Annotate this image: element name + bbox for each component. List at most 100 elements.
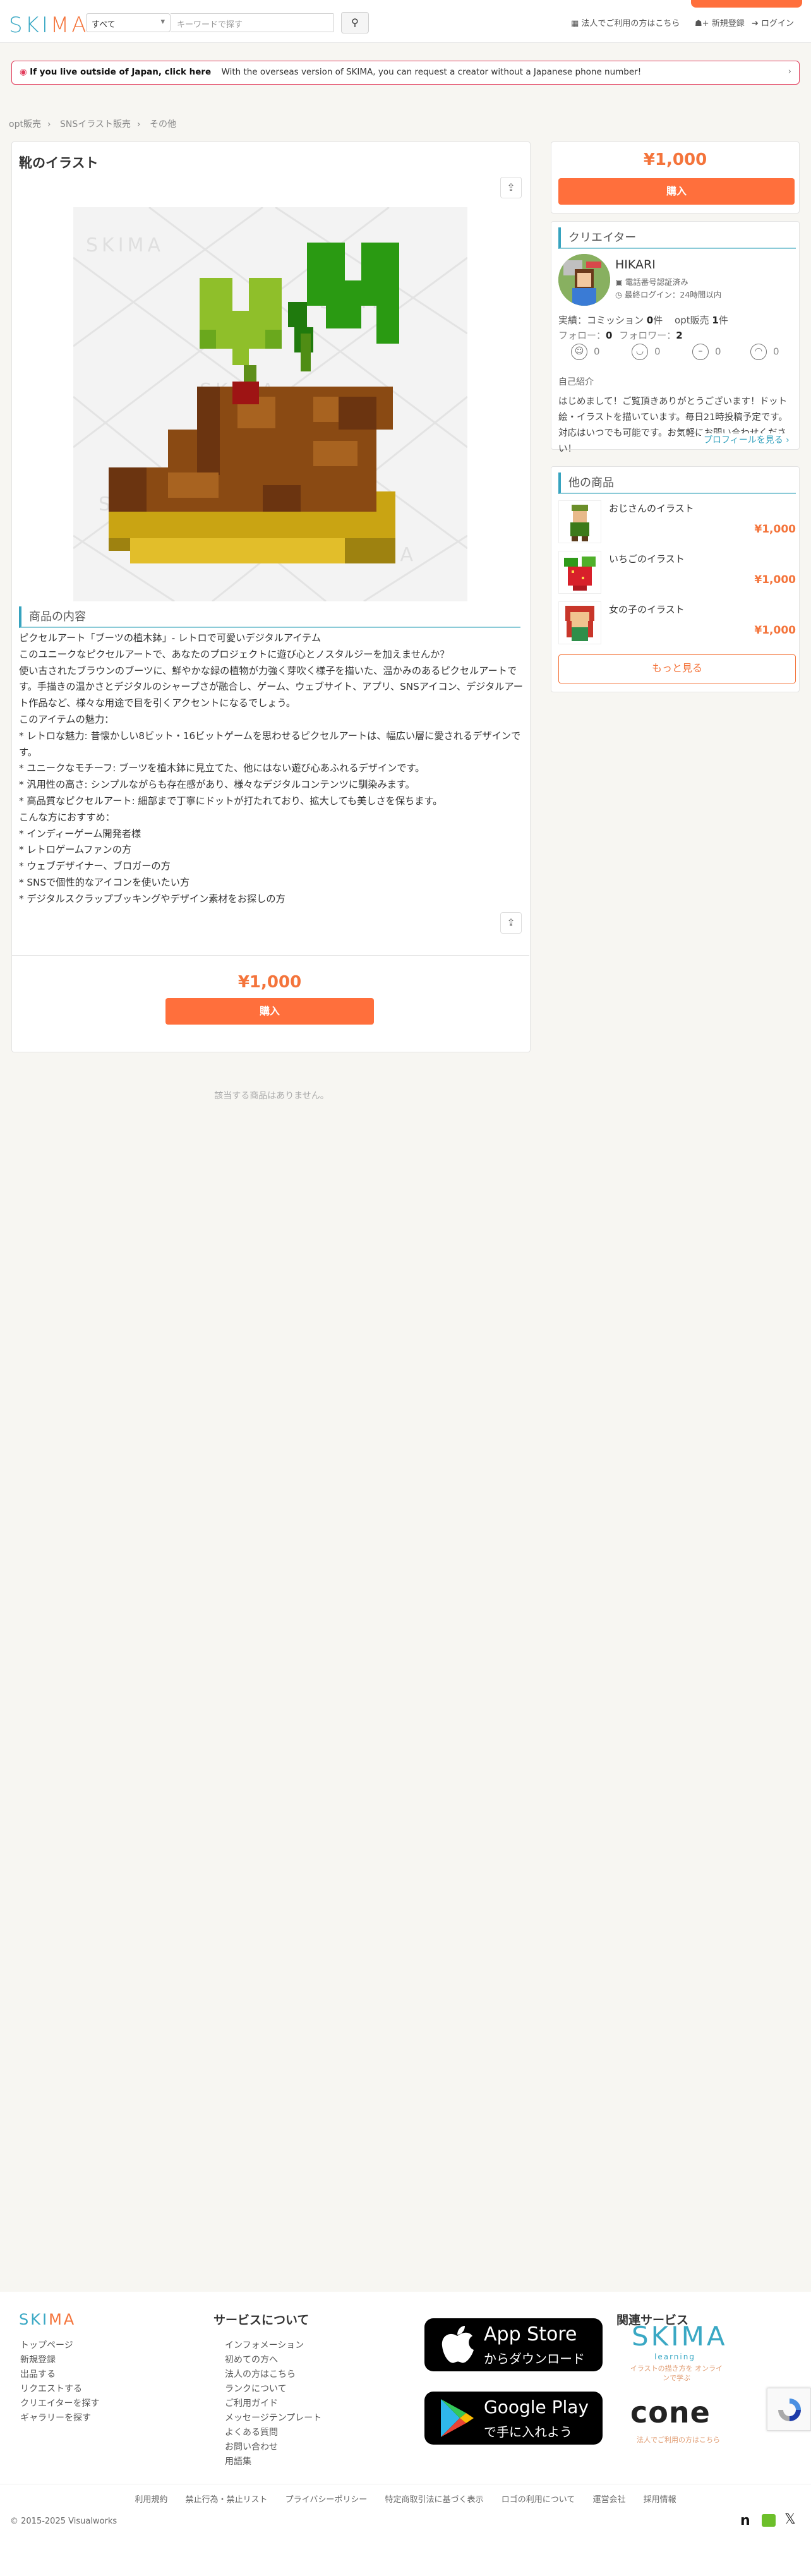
footer-about-heading: サービスについて	[213, 2313, 309, 2327]
footer-link[interactable]: リクエストする	[20, 2382, 99, 2397]
chevron-right-icon: ›	[47, 119, 51, 129]
google-play-badge[interactable]: Google Play で手に入れよう	[424, 2392, 603, 2445]
follow-stats: フォロー：0 フォロワー：2	[558, 328, 683, 342]
opt-count: 1	[712, 315, 719, 326]
very-happy-face-icon: ☺	[571, 344, 587, 360]
phone-verified: ▣ 電話番号認証済み	[615, 275, 688, 287]
corporate-link[interactable]: ▦ 法人でご利用の方はこちら	[571, 16, 680, 28]
site-logo[interactable]: SKIMA	[9, 13, 89, 38]
globe-icon: ◉	[20, 67, 30, 77]
footer-link[interactable]: クリエイターを探す	[20, 2397, 99, 2411]
sidebar-buy-button[interactable]: 購入	[558, 178, 795, 205]
footer-link[interactable]: ランクについて	[225, 2382, 321, 2397]
niconico-icon[interactable]	[762, 2514, 776, 2527]
app-store-badge[interactable]: App Store からダウンロード	[424, 2318, 603, 2371]
share-button-bottom[interactable]: ⇪	[500, 912, 522, 934]
apple-icon	[442, 2326, 474, 2363]
top-menu-strip: ━━━ ━━━━ ━━━━ ━━━━ ━━━ ━━━━	[0, 0, 811, 8]
other-item-title[interactable]: おじさんのイラスト	[609, 502, 694, 515]
sad-face-icon: ◠	[750, 344, 767, 360]
footer-link[interactable]: 出品する	[20, 2368, 99, 2382]
footer-bottom-link[interactable]: 採用情報	[644, 2495, 676, 2505]
footer-bottom-link[interactable]: 禁止行為・禁止リスト	[186, 2495, 268, 2505]
search-category-select[interactable]: すべて	[86, 13, 171, 32]
other-item-thumb[interactable]	[558, 601, 601, 644]
footer-link[interactable]: ギャラリーを探す	[20, 2411, 99, 2426]
footer-link[interactable]: トップページ	[20, 2338, 99, 2353]
footer-bottom-link[interactable]: 利用規約	[135, 2495, 167, 2505]
buy-button[interactable]: 購入	[165, 998, 374, 1025]
footer-link[interactable]: よくある質問	[225, 2426, 321, 2440]
footer-link[interactable]: 用語集	[225, 2455, 321, 2469]
top-orange-tab[interactable]	[691, 0, 802, 8]
creator-avatar[interactable]	[558, 254, 610, 306]
share-icon: ⇪	[507, 181, 515, 193]
breadcrumb-item[interactable]: SNSイラスト販売	[60, 119, 131, 129]
copyright: © 2015-2025 Visualworks	[10, 2517, 117, 2526]
notice-bold: If you live outside of Japan, click here	[30, 67, 212, 77]
site-header: ━━━ ━━━━ ━━━━ ━━━━ ━━━ ━━━━ SKIMA すべて キー…	[0, 0, 811, 43]
other-item-thumb[interactable]	[558, 500, 601, 543]
footer-link[interactable]: 新規登録	[20, 2353, 99, 2368]
logo-part: MA	[49, 2311, 76, 2328]
recaptcha-icon	[778, 2398, 801, 2421]
footer-link[interactable]: 法人の方はこちら	[225, 2368, 321, 2382]
search-button[interactable]: ⚲	[341, 12, 369, 33]
intro-heading: 自己紹介	[558, 377, 594, 387]
last-login-label: 最終ログイン：24時間以内	[624, 290, 722, 299]
footer-bottom-link[interactable]: ロゴの利用について	[502, 2495, 575, 2505]
footer-link[interactable]: 初めての方へ	[225, 2353, 321, 2368]
description-line: * ユニークなモチーフ: ブーツを植木鉢に見立てた、他にはない遊び心あふれるデザ…	[19, 762, 425, 774]
overseas-notice[interactable]: ◉ If you live outside of Japan, click he…	[11, 61, 800, 85]
follow-count: 0	[606, 330, 613, 341]
footer-link[interactable]: インフォメーション	[225, 2338, 321, 2353]
footer-bottom-links: 利用規約 禁止行為・禁止リスト プライバシーポリシー 特定商取引法に基づく表示 …	[0, 2493, 811, 2505]
product-price: ¥1,000	[237, 973, 302, 992]
other-items-heading: 他の商品	[558, 472, 796, 494]
description-line: * 汎用性の高さ: シンプルながらも存在感があり、様々なデジタルコンテンツに馴染…	[19, 779, 415, 791]
opt-unit: 件	[718, 315, 728, 326]
profile-link[interactable]: プロフィールを見る ›	[701, 433, 790, 446]
breadcrumb-item[interactable]: opt販売	[9, 119, 41, 129]
footer-bottom-link[interactable]: 特定商取引法に基づく表示	[385, 2495, 484, 2505]
breadcrumb-item[interactable]: その他	[150, 119, 176, 129]
note-icon[interactable]: n	[740, 2513, 750, 2529]
skima-learning-logo[interactable]: SKIMA	[632, 2321, 728, 2352]
other-item-title[interactable]: 女の子のイラスト	[609, 603, 685, 616]
description-line: * 高品質なピクセルアート: 細部まで丁寧にドットが打たれており、拡大しても美し…	[19, 795, 443, 807]
footer-link[interactable]: お問い合わせ	[225, 2440, 321, 2455]
description-line: す。	[19, 746, 37, 758]
description-line: * レトロな魅力: 昔懐かしい8ビット・16ビットゲームを思わせるピクセルアート…	[19, 730, 521, 742]
creator-name[interactable]: HIKARI	[615, 258, 656, 272]
search-input[interactable]: キーワードで探す	[171, 13, 333, 32]
login-link[interactable]: ➔ ログイン	[752, 16, 794, 28]
sidebar-price: ¥1,000	[643, 150, 707, 169]
recaptcha-badge[interactable]	[767, 2388, 811, 2431]
other-item-title[interactable]: いちごのイラスト	[609, 552, 685, 565]
description-line: こんな方におすすめ：	[19, 811, 115, 823]
social-icons: n 𝕏	[740, 2512, 803, 2529]
logo-part: SKI	[19, 2311, 49, 2328]
signup-link[interactable]: ☗+ 新規登録	[695, 16, 745, 28]
old-man-pixel-art	[559, 501, 601, 543]
follow-label: フォロー：	[558, 330, 606, 341]
x-icon[interactable]: 𝕏	[784, 2512, 796, 2527]
skima-learning-title: SKIMA	[632, 2321, 728, 2352]
other-item-price: ¥1,000	[754, 523, 796, 536]
footer-bottom-link[interactable]: 運営会社	[592, 2495, 625, 2505]
creator-heading: クリエイター	[558, 227, 796, 249]
description-line: このユニークなピクセルアートで、あなたのプロジェクトに遊び心とノスタルジーを加え…	[19, 648, 450, 660]
cone-logo[interactable]: cone	[630, 2395, 711, 2429]
footer-bottom-link[interactable]: プライバシーポリシー	[285, 2495, 368, 2505]
footer-link[interactable]: メッセージテンプレート	[225, 2411, 321, 2426]
footer-logo[interactable]: SKIMA	[19, 2311, 76, 2328]
more-items-button[interactable]: もっと見る	[558, 654, 796, 683]
share-button[interactable]: ⇪	[500, 177, 522, 198]
phone-icon: ▣	[615, 277, 625, 287]
product-image[interactable]: SKIMASKIMASKIMA SKIMASKIMASKIMA	[73, 207, 467, 601]
app-store-title: App Store	[484, 2323, 577, 2345]
footer-link[interactable]: ご利用ガイド	[225, 2397, 321, 2411]
commission-label: 実績：コミッション	[558, 315, 644, 326]
other-item-thumb[interactable]	[558, 551, 601, 594]
top-menu-fragment: ━━━━	[387, 0, 408, 4]
